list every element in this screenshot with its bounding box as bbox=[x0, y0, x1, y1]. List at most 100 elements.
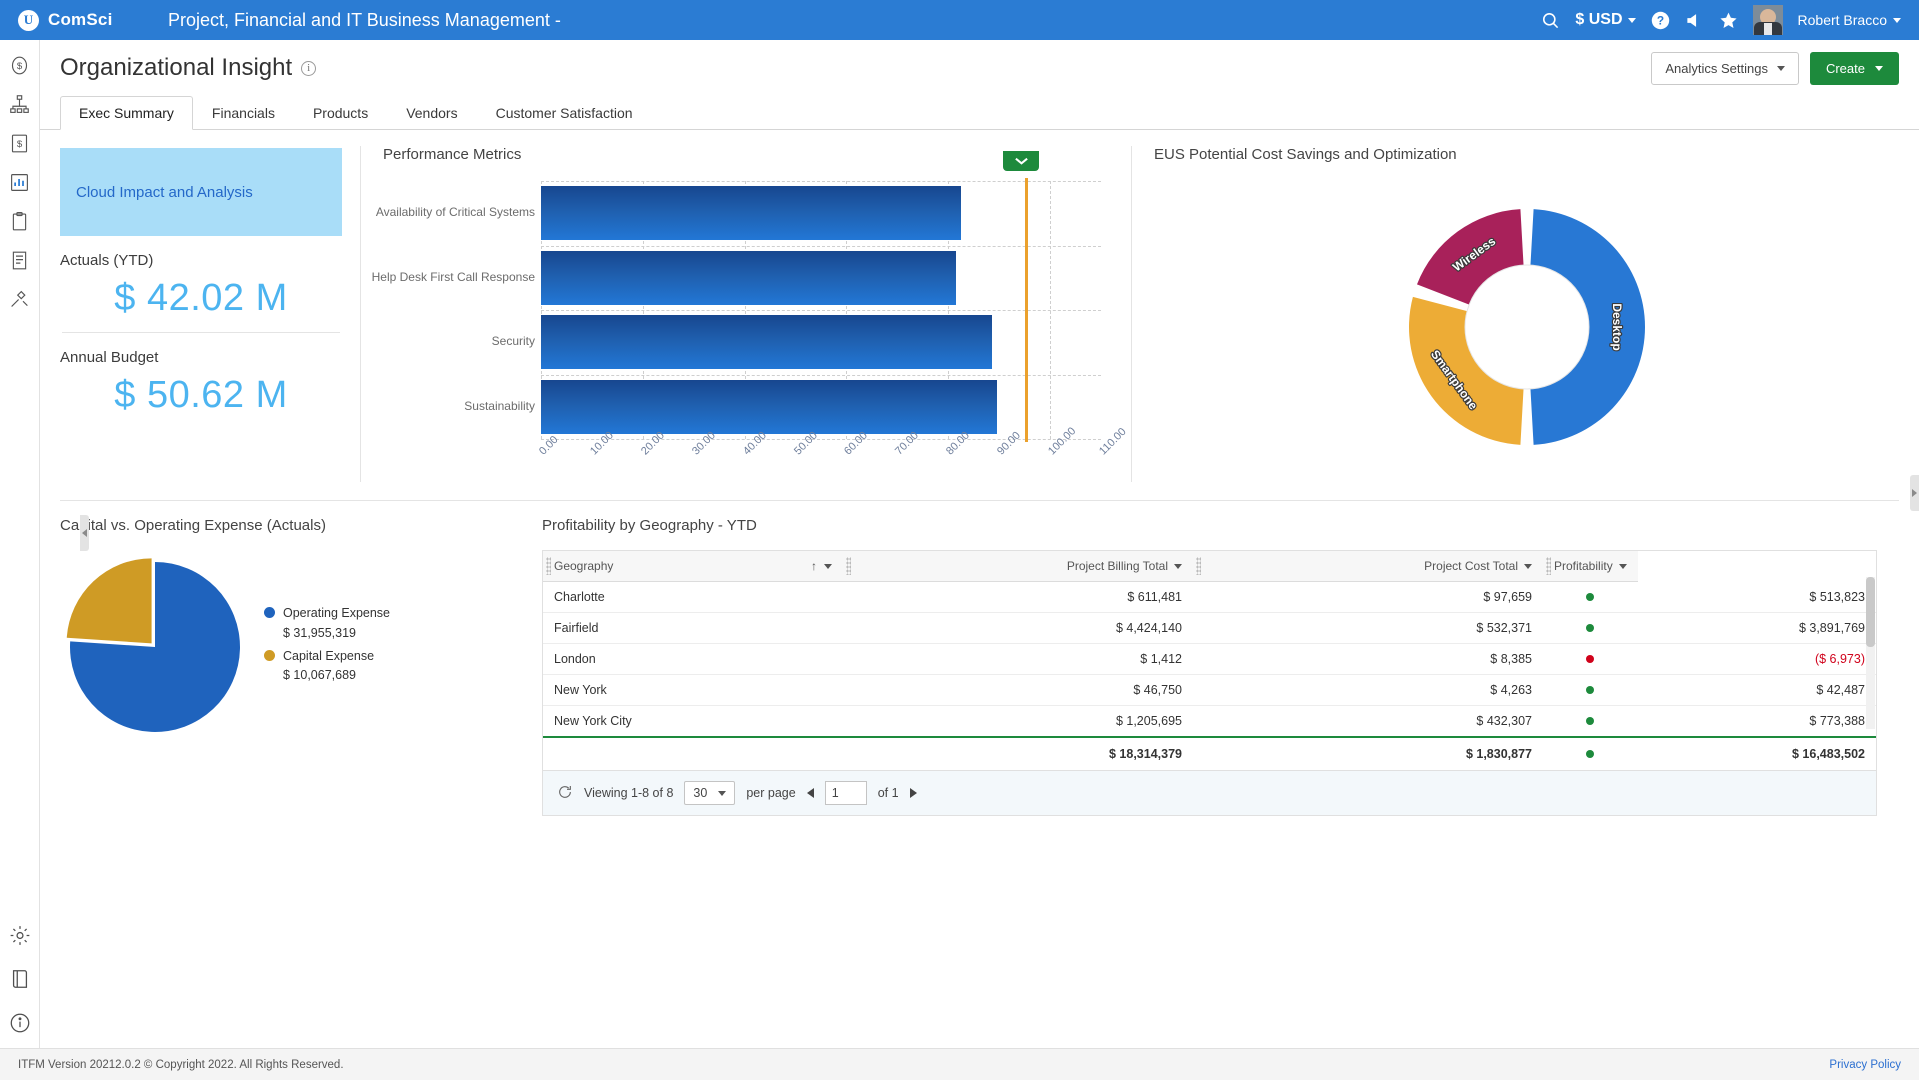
collapse-right-handle[interactable] bbox=[1910, 475, 1919, 511]
column-header-profitability[interactable]: Profitability bbox=[1543, 551, 1638, 582]
chevron-down-icon[interactable] bbox=[1619, 564, 1627, 569]
dollar-circle-icon[interactable]: $ bbox=[9, 54, 31, 76]
total-pages-label: of 1 bbox=[878, 786, 899, 800]
collapse-left-handle[interactable] bbox=[80, 515, 89, 551]
info-icon[interactable]: i bbox=[301, 61, 316, 76]
page-size-value: 30 bbox=[693, 786, 707, 800]
bar-segment[interactable] bbox=[541, 186, 961, 240]
bar-segment[interactable] bbox=[541, 380, 997, 434]
table-row[interactable]: New York$ 46,750$ 4,263$ 42,487 bbox=[543, 675, 1876, 706]
table-body: Charlotte$ 611,481$ 97,659$ 513,823Fairf… bbox=[543, 582, 1876, 738]
total-cell-cost: $ 1,830,877 bbox=[1193, 737, 1543, 770]
table-row[interactable]: New York City$ 1,205,695$ 432,307$ 773,3… bbox=[543, 706, 1876, 738]
previous-page-button[interactable] bbox=[807, 788, 814, 798]
table-pager: Viewing 1-8 of 8 30 per page 1 of 1 bbox=[543, 770, 1876, 815]
page-size-select[interactable]: 30 bbox=[684, 781, 735, 805]
currency-selector[interactable]: $ USD bbox=[1575, 11, 1635, 29]
page-number-input[interactable]: 1 bbox=[825, 781, 867, 805]
dashboard-row-bottom: Capital vs. Operating Expense (Actuals) … bbox=[60, 500, 1899, 790]
column-header-billing[interactable]: Project Billing Total bbox=[843, 551, 1193, 582]
legend-value-operating: $ 31,955,319 bbox=[283, 626, 356, 640]
bar-target-marker bbox=[1025, 243, 1028, 313]
chevron-down-icon[interactable] bbox=[824, 564, 832, 569]
privacy-policy-link[interactable]: Privacy Policy bbox=[1829, 1059, 1901, 1071]
chevron-down-icon[interactable] bbox=[1174, 564, 1182, 569]
cell-geography: Fairfield bbox=[543, 613, 843, 644]
donut-slice[interactable] bbox=[1530, 209, 1645, 445]
column-label-billing: Project Billing Total bbox=[1067, 559, 1168, 573]
column-grip-icon[interactable] bbox=[1546, 557, 1551, 575]
sort-ascending-icon[interactable]: ↑ bbox=[811, 559, 817, 573]
tab-financials[interactable]: Financials bbox=[193, 96, 294, 130]
star-icon[interactable] bbox=[1719, 11, 1738, 30]
refresh-icon[interactable] bbox=[557, 784, 573, 803]
create-button[interactable]: Create bbox=[1810, 52, 1899, 85]
table-row[interactable]: Charlotte$ 611,481$ 97,659$ 513,823 bbox=[543, 582, 1876, 613]
column-grip-icon[interactable] bbox=[546, 557, 551, 575]
profitability-title: Profitability by Geography - YTD bbox=[542, 517, 1899, 534]
rail-bottom-group bbox=[0, 924, 40, 1034]
column-header-geography[interactable]: Geography ↑ bbox=[543, 551, 843, 582]
column-grip-icon[interactable] bbox=[846, 557, 851, 575]
clipboard-icon[interactable] bbox=[9, 210, 31, 232]
bar-target-marker bbox=[1025, 372, 1028, 442]
user-menu[interactable]: Robert Bracco bbox=[1798, 12, 1901, 28]
table-scrollbar[interactable] bbox=[1866, 577, 1875, 729]
legend-value-capital: $ 10,067,689 bbox=[283, 668, 356, 682]
column-header-cost[interactable]: Project Cost Total bbox=[1193, 551, 1543, 582]
total-cell-billing: $ 18,314,379 bbox=[843, 737, 1193, 770]
tab-products[interactable]: Products bbox=[294, 96, 387, 130]
profitability-panel: Profitability by Geography - YTD Geograp… bbox=[520, 517, 1899, 790]
donut-slice[interactable] bbox=[1409, 297, 1524, 445]
next-page-button[interactable] bbox=[910, 788, 917, 798]
cost-document-icon[interactable]: $ bbox=[9, 132, 31, 154]
bar-plot-area bbox=[541, 181, 1101, 439]
tab-vendors[interactable]: Vendors bbox=[387, 96, 476, 130]
invoice-icon[interactable] bbox=[9, 249, 31, 271]
pie-slice[interactable] bbox=[67, 558, 152, 643]
help-icon[interactable]: ? bbox=[1651, 11, 1670, 30]
collapse-panel-button[interactable] bbox=[1003, 151, 1039, 171]
table-scrollbar-thumb[interactable] bbox=[1866, 577, 1875, 647]
cell-status bbox=[1543, 706, 1638, 738]
tab-customer-satisfaction[interactable]: Customer Satisfaction bbox=[477, 96, 652, 130]
chevron-down-icon bbox=[1628, 18, 1636, 23]
tab-exec-summary[interactable]: Exec Summary bbox=[60, 96, 193, 130]
chevron-down-icon bbox=[1893, 18, 1901, 23]
column-grip-icon[interactable] bbox=[1196, 557, 1201, 575]
legend-item: Operating Expense $ 31,955,319 bbox=[264, 604, 390, 643]
analytics-bars-icon[interactable] bbox=[9, 171, 31, 193]
info-circle-icon[interactable] bbox=[9, 1012, 31, 1034]
bar-segment[interactable] bbox=[541, 251, 956, 305]
column-label-cost: Project Cost Total bbox=[1424, 559, 1518, 573]
per-page-label: per page bbox=[746, 786, 795, 800]
table-row[interactable]: London$ 1,412$ 8,385($ 6,973) bbox=[543, 644, 1876, 675]
avatar[interactable] bbox=[1753, 5, 1783, 35]
performance-metrics-chart: Availability of Critical SystemsHelp Des… bbox=[383, 177, 1123, 472]
cell-profitability: ($ 6,973) bbox=[1638, 644, 1876, 675]
megaphone-icon[interactable] bbox=[1685, 11, 1704, 30]
app-title: Project, Financial and IT Business Manag… bbox=[168, 10, 561, 31]
bar-segment[interactable] bbox=[541, 315, 992, 369]
capex-opex-title: Capital vs. Operating Expense (Actuals) bbox=[60, 517, 520, 534]
cloud-impact-card[interactable]: Cloud Impact and Analysis bbox=[60, 148, 342, 236]
settings-gear-icon[interactable] bbox=[9, 924, 31, 946]
kpi-panel: Cloud Impact and Analysis Actuals (YTD) … bbox=[40, 130, 360, 492]
cell-billing: $ 1,412 bbox=[843, 644, 1193, 675]
table-row[interactable]: Fairfield$ 4,424,140$ 532,371$ 3,891,769 bbox=[543, 613, 1876, 644]
cell-profitability: $ 773,388 bbox=[1638, 706, 1876, 738]
cell-cost: $ 432,307 bbox=[1193, 706, 1543, 738]
tools-icon[interactable] bbox=[9, 288, 31, 310]
org-hierarchy-icon[interactable] bbox=[9, 93, 31, 115]
search-icon[interactable] bbox=[1541, 11, 1560, 30]
user-name-label: Robert Bracco bbox=[1798, 12, 1887, 28]
book-icon[interactable] bbox=[9, 968, 31, 990]
status-badge bbox=[1586, 624, 1594, 632]
chevron-down-icon[interactable] bbox=[1524, 564, 1532, 569]
analytics-settings-button[interactable]: Analytics Settings bbox=[1651, 52, 1799, 85]
bar-gridline-h bbox=[541, 310, 1101, 311]
header-actions: Analytics Settings Create bbox=[1651, 52, 1899, 85]
brand-name: ComSci bbox=[48, 10, 113, 30]
brand-logo[interactable]: U ComSci bbox=[0, 10, 150, 31]
performance-metrics-panel: Performance Metrics Availability of Crit… bbox=[361, 130, 1131, 492]
